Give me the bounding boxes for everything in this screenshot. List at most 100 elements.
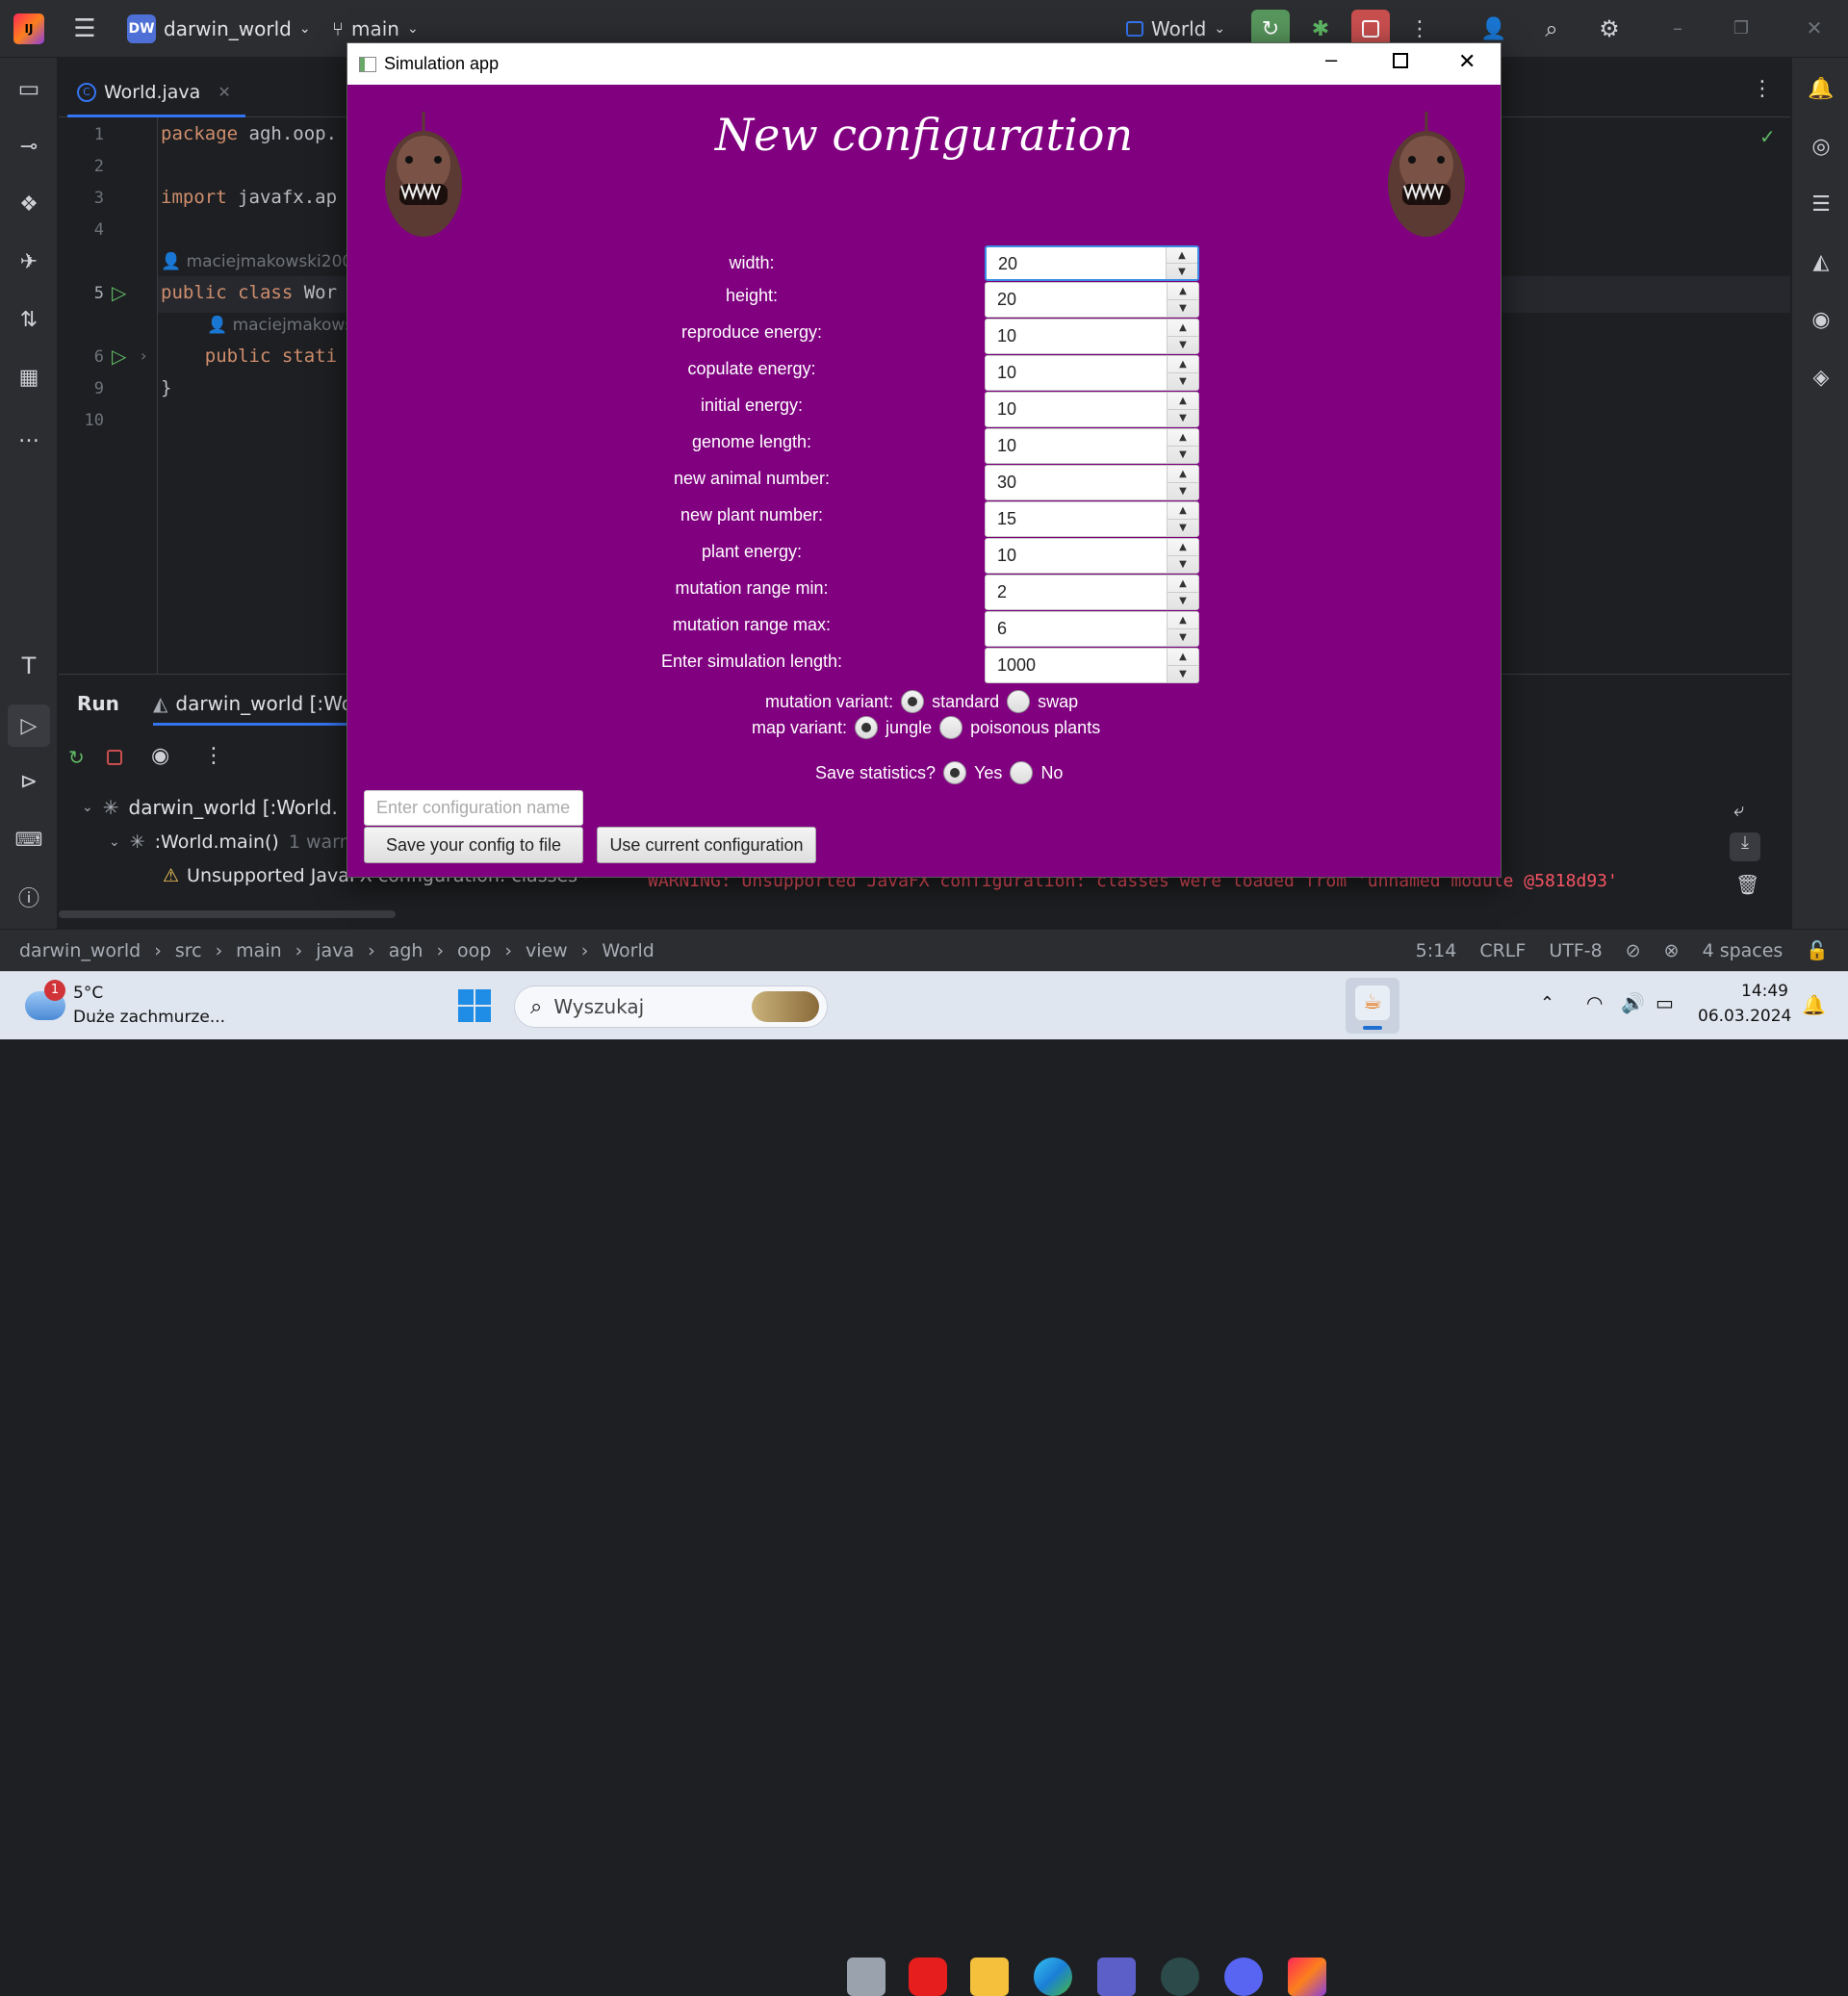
- spin-down-icon[interactable]: ▼: [1168, 409, 1198, 426]
- spin-down-icon[interactable]: ▼: [1168, 482, 1198, 499]
- close-icon[interactable]: ✕: [1458, 49, 1476, 74]
- new-animal-number-spinner[interactable]: 30 ▲ ▼: [985, 465, 1199, 500]
- code-author-hint[interactable]: 👤 maciejmakowski200: [161, 252, 352, 271]
- radio-label[interactable]: Yes: [974, 763, 1002, 783]
- java-app-active[interactable]: ☕: [1346, 978, 1399, 1034]
- youtube-icon[interactable]: [909, 1958, 947, 1996]
- breadcrumb-item[interactable]: main: [236, 940, 281, 961]
- spinner-value[interactable]: 10: [986, 393, 1167, 426]
- app-icon[interactable]: [1161, 1958, 1199, 1996]
- genome-length-spinner[interactable]: 10 ▲ ▼: [985, 428, 1199, 464]
- spin-down-icon[interactable]: ▼: [1168, 299, 1198, 317]
- spin-up-icon[interactable]: ▲: [1168, 320, 1198, 336]
- radio-swap[interactable]: [1007, 690, 1031, 713]
- dialog-title-bar[interactable]: Simulation app – ✕: [347, 43, 1501, 85]
- spin-down-icon[interactable]: ▼: [1168, 446, 1198, 463]
- structure-icon[interactable]: ▦: [12, 360, 46, 395]
- radio-standard[interactable]: [901, 690, 925, 713]
- tree-root[interactable]: ⌄ ✳ darwin_world [:World.: [82, 796, 338, 819]
- spin-up-icon[interactable]: ▲: [1168, 576, 1198, 592]
- spin-up-icon[interactable]: ▲: [1168, 283, 1198, 299]
- no-ai-icon[interactable]: ⊗: [1664, 940, 1680, 961]
- settings-gear-icon[interactable]: ⚙: [1592, 12, 1627, 46]
- commit-icon[interactable]: ⊸: [12, 129, 46, 164]
- more-vertical-icon[interactable]: ⋮: [1405, 13, 1434, 44]
- branch-selector[interactable]: ⑂ main ⌄: [332, 17, 419, 40]
- radio-label[interactable]: poisonous plants: [970, 718, 1100, 738]
- edge-browser-icon[interactable]: [1034, 1958, 1072, 1996]
- breadcrumb-item[interactable]: oop: [457, 940, 491, 961]
- radio-no[interactable]: [1010, 761, 1034, 784]
- debug-icon[interactable]: ✱: [1303, 12, 1338, 46]
- volume-icon[interactable]: 🔊: [1621, 991, 1645, 1014]
- main-menu-icon[interactable]: ☰: [69, 14, 100, 43]
- add-user-icon[interactable]: 👤: [1476, 12, 1511, 46]
- new-plant-number-spinner[interactable]: 15 ▲ ▼: [985, 501, 1199, 537]
- initial-energy-spinner[interactable]: 10 ▲ ▼: [985, 392, 1199, 427]
- read-only-lock-icon[interactable]: 🔓: [1806, 939, 1829, 961]
- eye-icon[interactable]: ◉: [151, 744, 169, 768]
- spinner-value[interactable]: 20: [987, 247, 1166, 279]
- tab-world-java[interactable]: C World.java ✕: [67, 69, 245, 117]
- breadcrumb-item[interactable]: agh: [389, 940, 424, 961]
- intellij-logo-icon[interactable]: IJ: [13, 13, 44, 44]
- task-view-icon[interactable]: [847, 1958, 886, 1996]
- minimize-icon[interactable]: –: [1325, 47, 1337, 72]
- terminal-icon[interactable]: ⌨: [12, 822, 46, 857]
- ai-assistant-icon[interactable]: ◎: [1804, 129, 1838, 164]
- spin-up-icon[interactable]: ▲: [1168, 612, 1198, 628]
- spin-up-icon[interactable]: ▲: [1168, 502, 1198, 519]
- minimize-icon[interactable]: –: [1663, 13, 1692, 42]
- spin-up-icon[interactable]: ▲: [1168, 393, 1198, 409]
- breadcrumb-item[interactable]: World: [602, 940, 654, 961]
- gradle-icon[interactable]: ◭: [1804, 244, 1838, 279]
- spinner-value[interactable]: 10: [986, 539, 1167, 573]
- file-encoding[interactable]: UTF-8: [1549, 940, 1602, 961]
- radio-label[interactable]: No: [1040, 763, 1063, 783]
- rerun-icon[interactable]: ↻: [68, 746, 93, 771]
- copilot-chat-icon[interactable]: ◈: [1804, 360, 1838, 395]
- restore-icon[interactable]: ❐: [1727, 13, 1756, 42]
- copulate-energy-spinner[interactable]: 10 ▲ ▼: [985, 355, 1199, 391]
- trash-icon[interactable]: 🗑: [1735, 873, 1759, 896]
- plant-energy-spinner[interactable]: 10 ▲ ▼: [985, 538, 1199, 574]
- radio-label[interactable]: swap: [1038, 692, 1078, 712]
- battery-icon[interactable]: ▭: [1656, 991, 1674, 1014]
- spinner-value[interactable]: 6: [986, 612, 1167, 646]
- chevron-up-icon[interactable]: ⌃: [1540, 993, 1554, 1013]
- spinner-value[interactable]: 10: [986, 429, 1167, 463]
- spin-up-icon[interactable]: ▲: [1168, 356, 1198, 372]
- radio-label[interactable]: standard: [932, 692, 999, 712]
- line-separator[interactable]: CRLF: [1479, 940, 1526, 961]
- problems-icon[interactable]: ⓘ: [12, 880, 46, 914]
- wifi-icon[interactable]: ◠: [1586, 991, 1603, 1014]
- run-tool-icon[interactable]: ▷: [8, 704, 50, 747]
- spin-down-icon[interactable]: ▼: [1168, 555, 1198, 573]
- simulation-length-spinner[interactable]: 1000 ▲ ▼: [985, 648, 1199, 683]
- use-config-button[interactable]: Use current configuration: [597, 827, 816, 863]
- soft-wrap-icon[interactable]: ⤶: [1733, 798, 1744, 821]
- spinner-value[interactable]: 2: [986, 576, 1167, 609]
- spinner-value[interactable]: 10: [986, 320, 1167, 353]
- spin-down-icon[interactable]: ▼: [1168, 665, 1198, 682]
- deploy-icon[interactable]: ✈: [12, 244, 46, 279]
- breadcrumb-item[interactable]: src: [175, 940, 202, 961]
- spin-down-icon[interactable]: ▼: [1167, 263, 1197, 279]
- stop-icon[interactable]: [107, 750, 122, 765]
- spin-up-icon[interactable]: ▲: [1168, 429, 1198, 446]
- intellij-icon[interactable]: [1288, 1958, 1326, 1996]
- run-config-tab[interactable]: ◭ darwin_world [:Wo: [153, 692, 353, 726]
- discord-icon[interactable]: [1224, 1958, 1263, 1996]
- spin-up-icon[interactable]: ▲: [1167, 247, 1197, 263]
- run-gutter-icon[interactable]: ▷: [112, 281, 126, 304]
- radio-yes[interactable]: [943, 761, 967, 784]
- spin-up-icon[interactable]: ▲: [1168, 466, 1198, 482]
- more-tabs-icon[interactable]: ⋮: [1752, 77, 1773, 101]
- mutation-range-max-spinner[interactable]: 6 ▲ ▼: [985, 611, 1199, 647]
- spinner-value[interactable]: 1000: [986, 649, 1167, 682]
- spin-down-icon[interactable]: ▼: [1168, 336, 1198, 353]
- notification-bell-icon[interactable]: 🔔: [1802, 993, 1826, 1016]
- services-run-icon[interactable]: ⊳: [12, 764, 46, 799]
- pull-requests-icon[interactable]: ⇅: [12, 302, 46, 337]
- breadcrumb-item[interactable]: darwin_world: [19, 940, 141, 961]
